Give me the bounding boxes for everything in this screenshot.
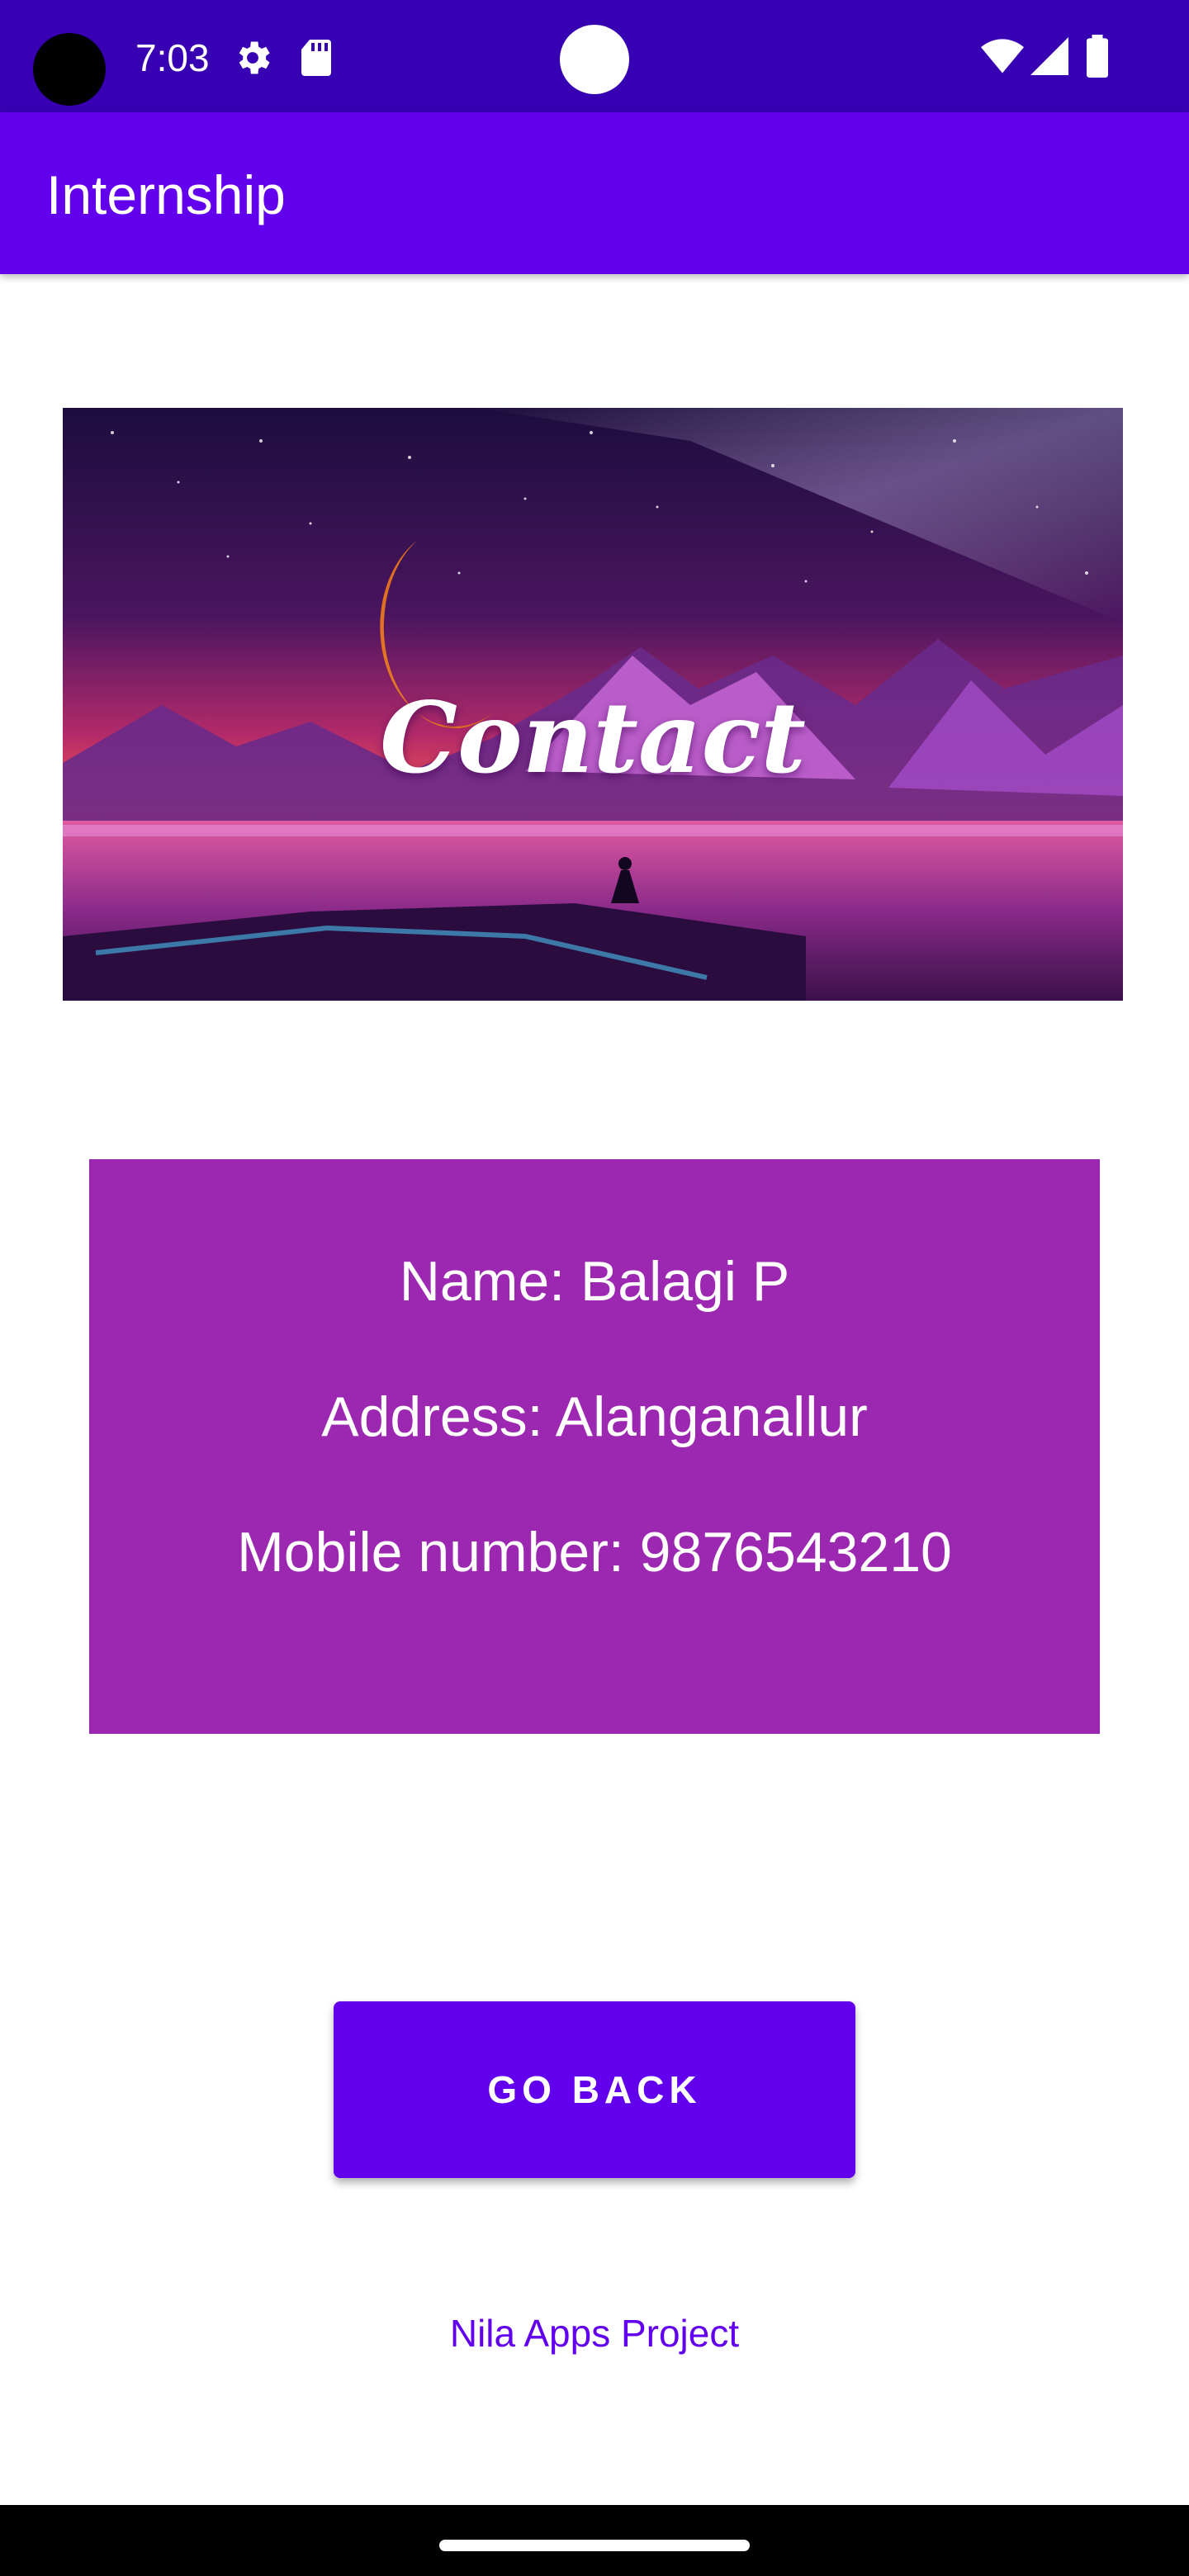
contact-name: Name: Balagi P: [399, 1250, 790, 1313]
gear-icon: [239, 41, 270, 74]
footer-project-link[interactable]: Nila Apps Project: [0, 2308, 1189, 2358]
contact-mobile: Mobile number: 9876543210: [237, 1521, 952, 1584]
app-bar: Internship: [0, 112, 1189, 274]
battery-icon: [1087, 35, 1108, 78]
navigation-bar: [0, 2505, 1189, 2576]
app-title: Internship: [46, 164, 286, 225]
contact-info-card: Name: Balagi P Address: Alanganallur Mob…: [89, 1159, 1100, 1734]
status-bar: 7:03: [0, 0, 1189, 112]
home-gesture-handle[interactable]: [439, 2540, 750, 2551]
contact-banner-image: Contact: [63, 408, 1123, 1001]
go-back-button[interactable]: GO BACK: [334, 2001, 855, 2178]
contact-address: Address: Alanganallur: [321, 1385, 868, 1448]
camera-cutout: [33, 33, 106, 106]
status-indicator-dot: [560, 25, 629, 94]
signal-icon: [1030, 37, 1068, 75]
status-time: 7:03: [135, 36, 210, 79]
banner-title: Contact: [380, 680, 806, 795]
sd-card-icon: [301, 40, 331, 76]
wifi-icon: [981, 39, 1024, 73]
